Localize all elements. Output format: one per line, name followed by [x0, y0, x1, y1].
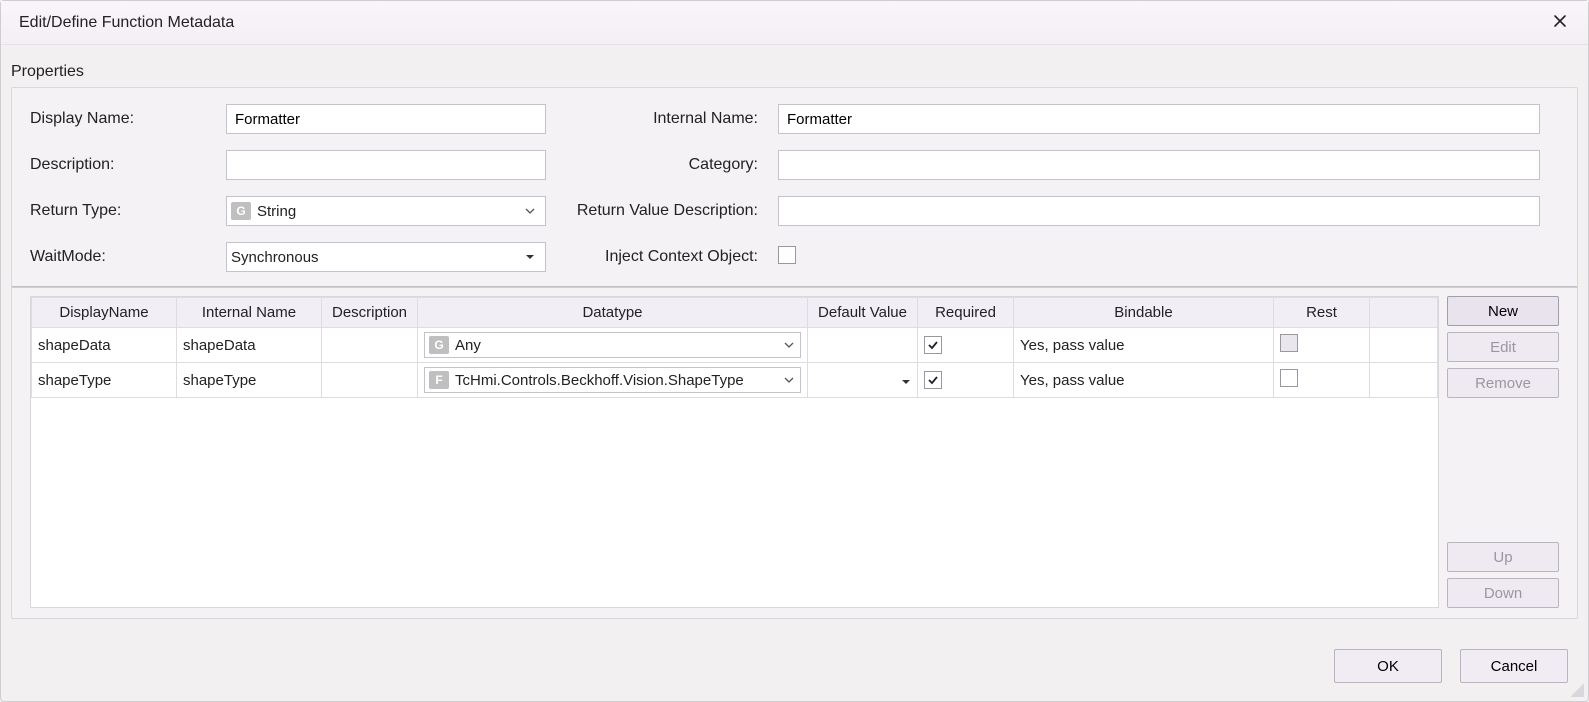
cell-tail	[1370, 328, 1438, 363]
new-button[interactable]: New	[1447, 296, 1559, 326]
form-grid: Display Name: Internal Name: Description…	[30, 104, 1540, 272]
parameters-grid-wrap: DisplayName Internal Name Description Da…	[30, 296, 1439, 608]
cell-displayname[interactable]: shapeData	[32, 328, 177, 363]
cell-rest[interactable]	[1274, 363, 1370, 398]
chevron-down-icon	[525, 252, 541, 262]
cell-defaultvalue[interactable]	[808, 328, 918, 363]
checkbox[interactable]	[1280, 369, 1298, 387]
col-displayname[interactable]: DisplayName	[32, 298, 177, 328]
label-wait-mode: WaitMode:	[30, 248, 210, 266]
chevron-down-icon	[784, 375, 798, 385]
cell-datatype[interactable]: G Any	[418, 328, 808, 363]
description-field[interactable]	[226, 150, 546, 180]
col-bindable[interactable]: Bindable	[1014, 298, 1274, 328]
label-return-value-desc: Return Value Description:	[562, 202, 762, 220]
return-type-badge: G	[231, 202, 251, 220]
close-icon	[1552, 13, 1568, 33]
col-tail	[1370, 298, 1438, 328]
chevron-down-icon	[525, 206, 541, 216]
type-badge: F	[429, 371, 449, 389]
internal-name-field[interactable]	[778, 104, 1540, 134]
col-defaultvalue[interactable]: Default Value	[808, 298, 918, 328]
cell-tail	[1370, 363, 1438, 398]
datatype-combo[interactable]: F TcHmi.Controls.Beckhoff.Vision.ShapeTyp…	[424, 367, 801, 393]
section-heading: Properties	[1, 45, 1588, 87]
col-datatype[interactable]: Datatype	[418, 298, 808, 328]
type-badge: G	[429, 336, 449, 354]
checkbox[interactable]	[924, 371, 942, 389]
up-button[interactable]: Up	[1447, 542, 1559, 572]
ok-button[interactable]: OK	[1334, 649, 1442, 683]
inject-context-checkbox[interactable]	[778, 246, 796, 264]
grid-side-buttons: New Edit Remove Up Down	[1447, 296, 1559, 608]
return-type-combo[interactable]: G String	[226, 196, 546, 226]
cell-required[interactable]	[918, 328, 1014, 363]
label-return-type: Return Type:	[30, 202, 210, 220]
cell-internalname[interactable]: shapeData	[177, 328, 322, 363]
cell-rest[interactable]	[1274, 328, 1370, 363]
label-inject-context: Inject Context Object:	[562, 248, 762, 266]
chevron-down-icon	[784, 340, 798, 350]
cell-required[interactable]	[918, 363, 1014, 398]
col-rest[interactable]: Rest	[1274, 298, 1370, 328]
titlebar: Edit/Define Function Metadata	[1, 1, 1588, 45]
chevron-down-icon[interactable]	[901, 377, 911, 387]
return-value-desc-field[interactable]	[778, 196, 1540, 226]
edit-button[interactable]: Edit	[1447, 332, 1559, 362]
display-name-field[interactable]	[226, 104, 546, 134]
datatype-text: TcHmi.Controls.Beckhoff.Vision.ShapeType	[455, 372, 778, 389]
cell-datatype[interactable]: F TcHmi.Controls.Beckhoff.Vision.ShapeTyp…	[418, 363, 808, 398]
window-title: Edit/Define Function Metadata	[19, 14, 234, 32]
cell-description[interactable]	[322, 328, 418, 363]
divider	[12, 286, 1577, 288]
rest-checkbox	[1280, 334, 1298, 352]
checkbox[interactable]	[924, 336, 942, 354]
cell-description[interactable]	[322, 363, 418, 398]
inject-context-cell	[778, 246, 1540, 268]
wait-mode-text: Synchronous	[231, 249, 519, 266]
parameters-grid: DisplayName Internal Name Description Da…	[31, 297, 1438, 398]
grid-header-row: DisplayName Internal Name Description Da…	[32, 298, 1438, 328]
return-type-text: String	[257, 203, 519, 220]
cell-displayname[interactable]: shapeType	[32, 363, 177, 398]
col-internalname[interactable]: Internal Name	[177, 298, 322, 328]
remove-button[interactable]: Remove	[1447, 368, 1559, 398]
datatype-combo[interactable]: G Any	[424, 332, 801, 358]
cell-defaultvalue[interactable]	[808, 363, 918, 398]
cell-bindable[interactable]: Yes, pass value	[1014, 328, 1274, 363]
cell-bindable[interactable]: Yes, pass value	[1014, 363, 1274, 398]
table-row[interactable]: shapeDatashapeData G Any Yes, pass value	[32, 328, 1438, 363]
properties-panel: Display Name: Internal Name: Description…	[11, 87, 1578, 619]
dialog-footer: OK Cancel	[1334, 649, 1568, 683]
down-button[interactable]: Down	[1447, 578, 1559, 608]
label-category: Category:	[562, 156, 762, 174]
resize-grip-icon[interactable]	[1570, 683, 1584, 697]
close-button[interactable]	[1540, 7, 1580, 39]
label-internal-name: Internal Name:	[562, 110, 762, 128]
col-description[interactable]: Description	[322, 298, 418, 328]
cell-internalname[interactable]: shapeType	[177, 363, 322, 398]
parameters-area: DisplayName Internal Name Description Da…	[30, 296, 1559, 608]
cancel-button[interactable]: Cancel	[1460, 649, 1568, 683]
datatype-text: Any	[455, 337, 778, 354]
col-required[interactable]: Required	[918, 298, 1014, 328]
category-field[interactable]	[778, 150, 1540, 180]
label-description: Description:	[30, 156, 210, 174]
label-display-name: Display Name:	[30, 110, 210, 128]
table-row[interactable]: shapeTypeshapeType F TcHmi.Controls.Beckho…	[32, 363, 1438, 398]
wait-mode-combo[interactable]: Synchronous	[226, 242, 546, 272]
